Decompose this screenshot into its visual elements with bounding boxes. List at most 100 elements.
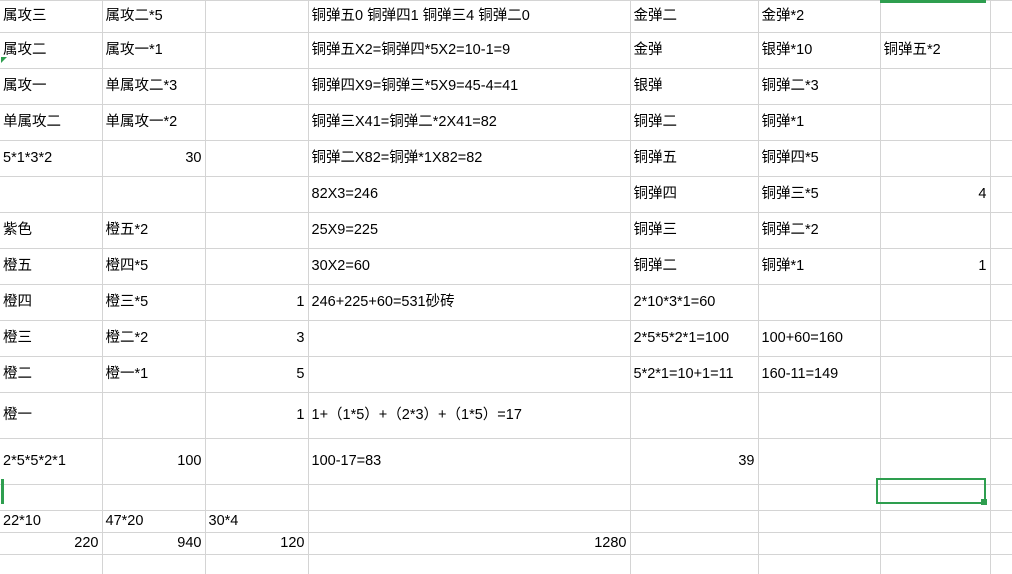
grid-cell-C10[interactable]: 3 (205, 320, 309, 357)
grid-cell-A8[interactable]: 橙五 (0, 248, 103, 285)
grid-cell-G15[interactable] (880, 510, 991, 533)
grid-cell-D7[interactable]: 25X9=225 (308, 212, 631, 249)
grid-cell-E2[interactable]: 金弹 (630, 32, 759, 69)
grid-cell-D3[interactable]: 铜弹四X9=铜弹三*5X9=45-4=41 (308, 68, 631, 105)
grid-cell-E8[interactable]: 铜弹二 (630, 248, 759, 285)
grid-cell-B13[interactable]: 100 (102, 438, 206, 485)
grid-cell-A11[interactable]: 橙二 (0, 356, 103, 393)
grid-cell-F16[interactable] (758, 532, 881, 555)
grid-cell-E15[interactable] (630, 510, 759, 533)
grid-cell-E14[interactable] (630, 484, 759, 511)
table-row[interactable]: 82X3=246 铜弹四 铜弹三*5 4 (0, 176, 1012, 213)
grid-cell-G13[interactable] (880, 438, 991, 485)
grid-cell-B1[interactable]: 属攻二*5 (102, 0, 206, 33)
grid-cell-G16[interactable] (880, 532, 991, 555)
grid-cell-F13[interactable] (758, 438, 881, 485)
grid-cell-B4[interactable]: 单属攻一*2 (102, 104, 206, 141)
grid-cell-D10[interactable] (308, 320, 631, 357)
grid-cell-C6[interactable] (205, 176, 309, 213)
grid-cell-B11[interactable]: 橙一*1 (102, 356, 206, 393)
grid-cell-C17[interactable] (205, 554, 309, 574)
grid-cell-F2[interactable]: 银弹*10 (758, 32, 881, 69)
grid-cell-E9[interactable]: 2*10*3*1=60 (630, 284, 759, 321)
grid-cell-H11[interactable] (990, 356, 1012, 393)
grid-cell-G1[interactable] (880, 0, 991, 33)
grid-cell-B9[interactable]: 橙三*5 (102, 284, 206, 321)
grid-cell-G10[interactable] (880, 320, 991, 357)
grid-cell-H3[interactable] (990, 68, 1012, 105)
grid-cell-C13[interactable] (205, 438, 309, 485)
grid-cell-A2[interactable]: 属攻二 (0, 32, 103, 69)
grid-cell-C9[interactable]: 1 (205, 284, 309, 321)
table-row[interactable]: 橙一 1 1+（1*5）+（2*3）+（1*5）=17 (0, 392, 1012, 439)
grid-cell-C7[interactable] (205, 212, 309, 249)
table-row[interactable] (0, 484, 1012, 511)
grid-cell-F1[interactable]: 金弹*2 (758, 0, 881, 33)
grid-cell-F8[interactable]: 铜弹*1 (758, 248, 881, 285)
grid-cell-E11[interactable]: 5*2*1=10+1=11 (630, 356, 759, 393)
grid-cell-B17[interactable] (102, 554, 206, 574)
grid-cell-B8[interactable]: 橙四*5 (102, 248, 206, 285)
grid-cell-H16[interactable] (990, 532, 1012, 555)
grid-cell-C4[interactable] (205, 104, 309, 141)
grid-cell-B5[interactable]: 30 (102, 140, 206, 177)
grid-cell-G8[interactable]: 1 (880, 248, 991, 285)
grid-cell-F3[interactable]: 铜弹二*3 (758, 68, 881, 105)
grid-cell-A4[interactable]: 单属攻二 (0, 104, 103, 141)
table-row[interactable]: 220 940 120 1280 (0, 532, 1012, 555)
table-row[interactable]: 属攻一 单属攻二*3 铜弹四X9=铜弹三*5X9=45-4=41 银弹 铜弹二*3 (0, 68, 1012, 105)
grid-cell-C14[interactable] (205, 484, 309, 511)
grid-cell-A1[interactable]: 属攻三 (0, 0, 103, 33)
grid-cell-A6[interactable] (0, 176, 103, 213)
table-row[interactable] (0, 554, 1012, 574)
grid-cell-D8[interactable]: 30X2=60 (308, 248, 631, 285)
grid-cell-D1[interactable]: 铜弹五0 铜弹四1 铜弹三4 铜弹二0 (308, 0, 631, 33)
grid-cell-E3[interactable]: 银弹 (630, 68, 759, 105)
grid-cell-G5[interactable] (880, 140, 991, 177)
grid-cell-G3[interactable] (880, 68, 991, 105)
grid-cell-E10[interactable]: 2*5*5*2*1=100 (630, 320, 759, 357)
grid-cell-F10[interactable]: 100+60=160 (758, 320, 881, 357)
grid-cell-B14[interactable] (102, 484, 206, 511)
grid-cell-A17[interactable] (0, 554, 103, 574)
grid-cell-D6[interactable]: 82X3=246 (308, 176, 631, 213)
grid-cell-G12[interactable] (880, 392, 991, 439)
table-row[interactable]: 属攻二 属攻一*1 铜弹五X2=铜弹四*5X2=10-1=9 金弹 银弹*10 铜弹五*2 (0, 32, 1012, 69)
grid-cell-F9[interactable] (758, 284, 881, 321)
table-row[interactable]: 橙三 橙二*2 3 2*5*5*2*1=100 100+60=160 (0, 320, 1012, 357)
grid-cell-C2[interactable] (205, 32, 309, 69)
grid-cell-G4[interactable] (880, 104, 991, 141)
grid-cell-F15[interactable] (758, 510, 881, 533)
grid-cell-C15[interactable]: 30*4 (205, 510, 309, 533)
grid-cell-A3[interactable]: 属攻一 (0, 68, 103, 105)
grid-cell-F14[interactable] (758, 484, 881, 511)
grid-cell-E6[interactable]: 铜弹四 (630, 176, 759, 213)
grid-cell-H6[interactable] (990, 176, 1012, 213)
grid-cell-C16[interactable]: 120 (205, 532, 309, 555)
grid-cell-A15[interactable]: 22*10 (0, 510, 103, 533)
grid-cell-B16[interactable]: 940 (102, 532, 206, 555)
grid-cell-A5[interactable]: 5*1*3*2 (0, 140, 103, 177)
grid-cell-C8[interactable] (205, 248, 309, 285)
grid-cell-F11[interactable]: 160-11=149 (758, 356, 881, 393)
grid-cell-D12[interactable]: 1+（1*5）+（2*3）+（1*5）=17 (308, 392, 631, 439)
grid-cell-G9[interactable] (880, 284, 991, 321)
grid-cell-A13[interactable]: 2*5*5*2*1 (0, 438, 103, 485)
grid-cell-G14[interactable] (880, 484, 991, 511)
grid-cell-F7[interactable]: 铜弹二*2 (758, 212, 881, 249)
spreadsheet-grid[interactable]: 属攻三 属攻二*5 铜弹五0 铜弹四1 铜弹三4 铜弹二0 金弹二 金弹*2 属攻二 属攻一… (0, 0, 1012, 574)
grid-cell-B12[interactable] (102, 392, 206, 439)
grid-cell-A14[interactable] (0, 484, 103, 511)
grid-cell-H5[interactable] (990, 140, 1012, 177)
grid-cell-B3[interactable]: 单属攻二*3 (102, 68, 206, 105)
grid-cell-H13[interactable] (990, 438, 1012, 485)
grid-cell-H12[interactable] (990, 392, 1012, 439)
grid-cell-C3[interactable] (205, 68, 309, 105)
grid-cell-A9[interactable]: 橙四 (0, 284, 103, 321)
grid-cell-A16[interactable]: 220 (0, 532, 103, 555)
grid-cell-C11[interactable]: 5 (205, 356, 309, 393)
grid-cell-B15[interactable]: 47*20 (102, 510, 206, 533)
grid-cell-D2[interactable]: 铜弹五X2=铜弹四*5X2=10-1=9 (308, 32, 631, 69)
grid-cell-H17[interactable] (990, 554, 1012, 574)
grid-cell-F4[interactable]: 铜弹*1 (758, 104, 881, 141)
